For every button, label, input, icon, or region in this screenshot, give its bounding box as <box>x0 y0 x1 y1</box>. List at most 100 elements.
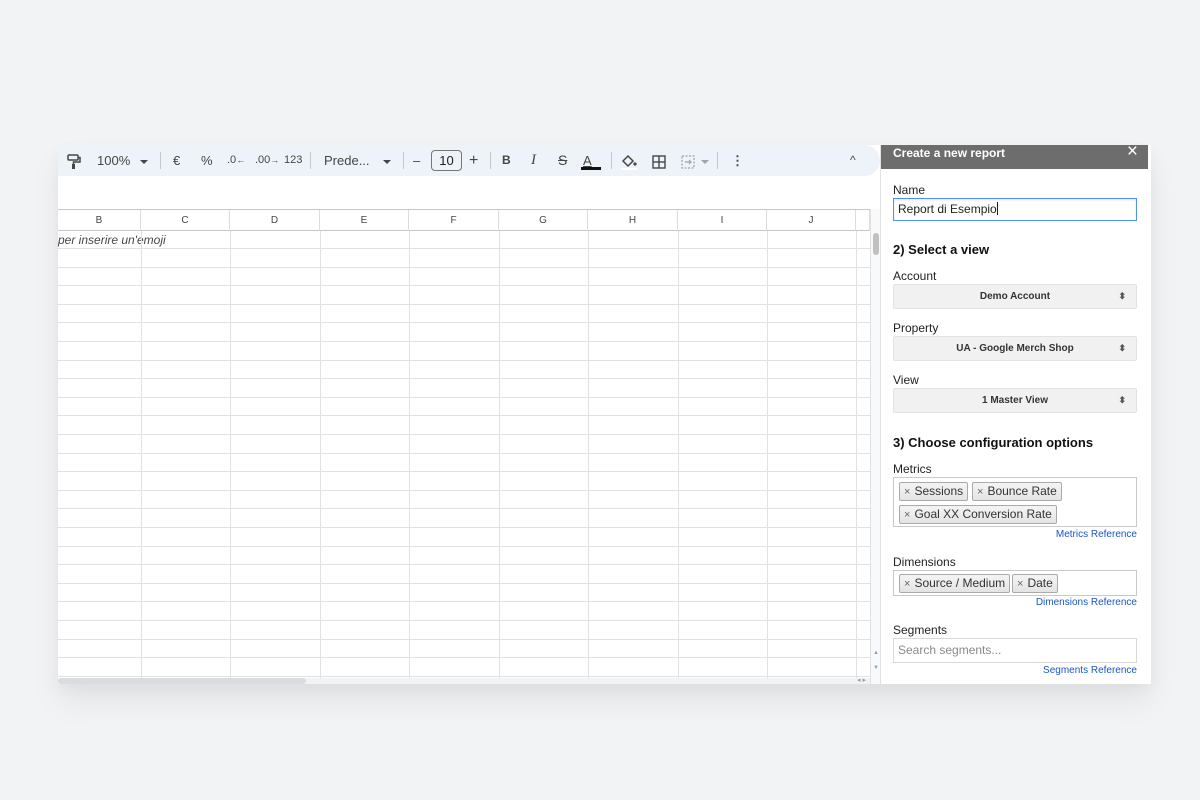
scroll-left-right-arrows-icon[interactable]: ◂ ▸ <box>857 676 866 684</box>
remove-chip-icon[interactable]: × <box>977 486 983 498</box>
metrics-reference-link[interactable]: Metrics Reference <box>1056 529 1137 540</box>
column-header-h[interactable]: H <box>588 210 678 231</box>
segments-label: Segments <box>893 623 948 637</box>
grid-row-line <box>58 471 870 472</box>
metric-chip-label: Goal XX Conversion Rate <box>914 507 1052 521</box>
remove-chip-icon[interactable]: × <box>904 578 910 590</box>
zoom-value: 100% <box>97 153 131 168</box>
grid-row-line <box>58 583 870 584</box>
metrics-label: Metrics <box>893 462 932 476</box>
grid-row-line <box>58 248 870 249</box>
column-header-g[interactable]: G <box>499 210 588 231</box>
grid-row-line <box>58 527 870 528</box>
number-format-button[interactable]: 123 <box>284 145 302 176</box>
column-header-f[interactable]: F <box>409 210 499 231</box>
report-sidebar: Create a new report × Name Report di Ese… <box>880 145 1151 684</box>
grid-row-line <box>58 267 870 268</box>
vertical-scrollbar[interactable]: ▲ ▼ <box>870 209 880 684</box>
zoom-select[interactable]: 100% <box>97 145 130 176</box>
column-header-d[interactable]: D <box>230 210 320 231</box>
horizontal-scrollbar[interactable]: ◂ ▸ <box>58 676 870 684</box>
remove-chip-icon[interactable]: × <box>904 509 910 521</box>
grid-row-line <box>58 546 870 547</box>
column-header-i[interactable]: I <box>678 210 767 231</box>
grid-row-line <box>58 453 870 454</box>
decrease-decimal-button[interactable]: .0← <box>227 145 245 176</box>
arrow-left-icon: ← <box>236 155 246 165</box>
horizontal-scroll-thumb[interactable] <box>58 678 306 684</box>
remove-chip-icon[interactable]: × <box>904 486 910 498</box>
section-configuration-heading: 3) Choose configuration options <box>893 435 1094 450</box>
metric-chip[interactable]: × Bounce Rate <box>972 482 1062 501</box>
more-options-icon[interactable]: ⋮ <box>731 145 744 176</box>
increase-font-size-button[interactable]: + <box>469 145 478 176</box>
grid-row-line <box>58 508 870 509</box>
metric-chip[interactable]: × Goal XX Conversion Rate <box>899 505 1057 524</box>
dimension-chip-label: Source / Medium <box>914 576 1006 590</box>
dimension-chip[interactable]: × Date <box>1012 574 1058 593</box>
column-header-k[interactable] <box>856 210 870 231</box>
column-header-j[interactable]: J <box>767 210 856 231</box>
grid-column-line <box>499 231 500 679</box>
select-arrows-icon: ⬍ <box>1118 291 1126 301</box>
remove-chip-icon[interactable]: × <box>1017 578 1023 590</box>
select-arrows-icon: ⬍ <box>1118 395 1126 405</box>
font-dropdown-icon[interactable] <box>383 145 391 176</box>
view-select[interactable]: 1 Master View ⬍ <box>893 388 1137 413</box>
font-size-input[interactable]: 10 <box>431 150 462 171</box>
fill-color-icon[interactable] <box>620 145 638 176</box>
account-label: Account <box>893 269 937 283</box>
percent-button[interactable]: % <box>201 145 213 176</box>
metric-chip[interactable]: × Sessions <box>899 482 969 501</box>
decrease-font-size-button[interactable]: – <box>413 145 420 176</box>
font-select[interactable]: Prede... <box>324 145 370 176</box>
paint-format-icon[interactable] <box>67 145 81 176</box>
column-header-c[interactable]: C <box>141 210 230 231</box>
italic-button[interactable]: I <box>531 145 536 176</box>
dimensions-input[interactable]: × Source / Medium × Date <box>893 570 1137 596</box>
currency-button[interactable]: € <box>173 145 180 176</box>
cell-grid[interactable]: per inserire un'emoji <box>58 231 870 679</box>
text-color-bar <box>581 167 601 170</box>
collapse-toolbar-icon[interactable]: ^ <box>850 145 856 176</box>
close-icon[interactable]: × <box>1127 145 1138 161</box>
segments-search-input[interactable]: Search segments... <box>893 638 1137 663</box>
grid-row-line <box>58 360 870 361</box>
spreadsheet: 100% € % .0← .00→ 123 Prede... – 10 + B … <box>58 145 880 684</box>
dimension-chip[interactable]: × Source / Medium <box>899 574 1011 593</box>
grid-row-line <box>58 490 870 491</box>
metrics-input[interactable]: × Sessions × Bounce Rate × Goal XX Conversi… <box>893 477 1137 527</box>
text-cursor <box>996 202 998 215</box>
segments-reference-link[interactable]: Segments Reference <box>1043 665 1137 676</box>
borders-icon[interactable] <box>652 145 666 176</box>
grid-column-line <box>856 231 857 679</box>
property-select[interactable]: UA - Google Merch Shop ⬍ <box>893 336 1137 361</box>
sidebar-title: Create a new report <box>893 146 1006 160</box>
strikethrough-button[interactable]: S <box>558 145 567 176</box>
dimensions-label: Dimensions <box>893 555 956 569</box>
scroll-down-arrow-icon[interactable]: ▼ <box>873 665 879 671</box>
grid-row-line <box>58 657 870 658</box>
account-select[interactable]: Demo Account ⬍ <box>893 284 1137 309</box>
scroll-up-arrow-icon[interactable]: ▲ <box>873 650 879 656</box>
zoom-dropdown-icon[interactable] <box>140 145 148 176</box>
text-color-button[interactable]: A <box>581 145 601 176</box>
property-label: Property <box>893 321 939 335</box>
bold-button[interactable]: B <box>502 145 511 176</box>
column-header-b[interactable]: B <box>58 210 141 231</box>
grid-column-line <box>767 231 768 679</box>
vertical-scroll-thumb[interactable] <box>873 233 879 255</box>
grid-row-line <box>58 676 870 677</box>
formula-bar <box>58 176 880 209</box>
grid-row-line <box>58 304 870 305</box>
grid-column-line <box>409 231 410 679</box>
dimension-chip-label: Date <box>1027 576 1053 590</box>
report-name-input[interactable]: Report di Esempio <box>893 198 1137 221</box>
increase-decimal-button[interactable]: .00→ <box>255 145 279 176</box>
dimensions-reference-link[interactable]: Dimensions Reference <box>1036 597 1137 608</box>
column-header-e[interactable]: E <box>320 210 409 231</box>
cell-b1[interactable]: per inserire un'emoji <box>58 233 166 247</box>
grid-column-line <box>678 231 679 679</box>
grid-row-line <box>58 601 870 602</box>
merge-cells-icon[interactable] <box>681 145 709 176</box>
